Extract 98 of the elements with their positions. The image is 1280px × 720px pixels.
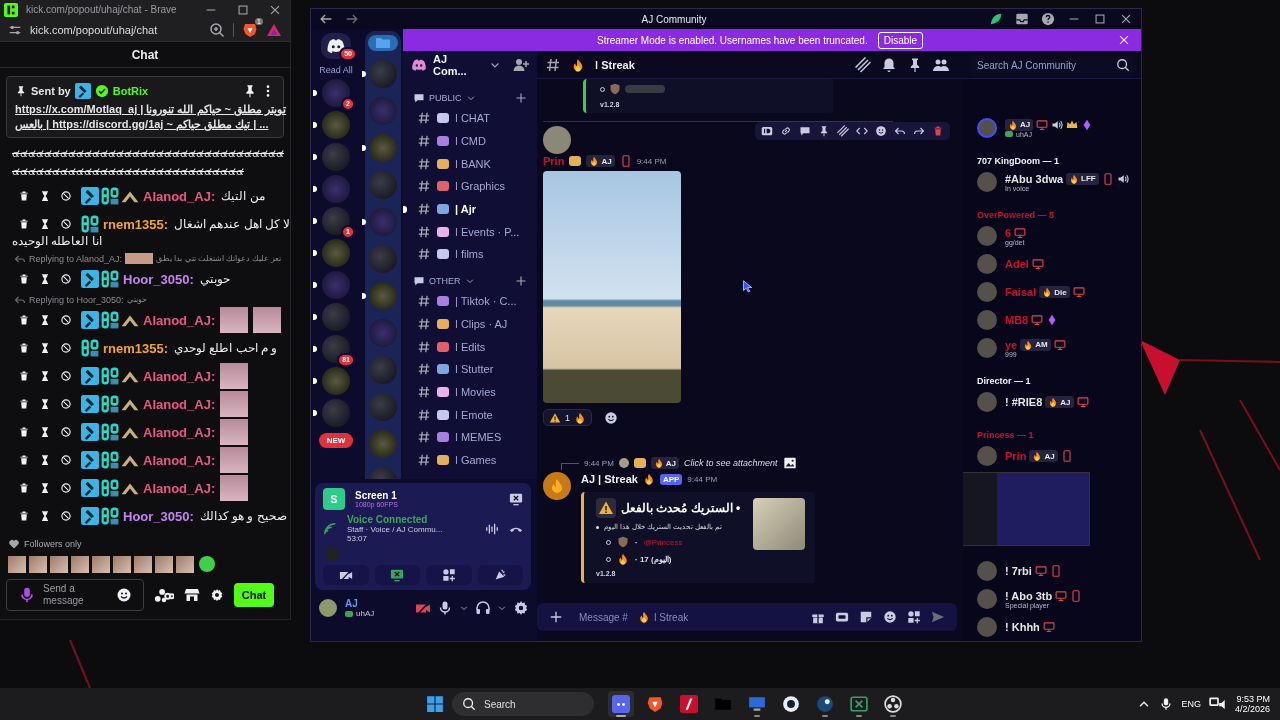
- message-text: ๔๔๔๔๔๔๔๔๔๔๔๔๔๔๔๔๔๔๔๔๔๔๔๔๔๔๔๔๔๔๔๔๔๔๔๔๔๔๔๔๔๔๔๔๔๔๔๔๔๔๔๔๔๔๔๔๔๔๔๔๔๔๔: [12, 146, 284, 179]
- message-text: و م احب اطلع لوحدي: [174, 341, 278, 355]
- tag-text: APP: [662, 474, 680, 484]
- stream-title: Screen 1: [355, 490, 398, 501]
- message-input-field[interactable]: Send a message: [6, 579, 144, 611]
- tag-text: Die: [1054, 287, 1067, 297]
- message-text: لا كل اهل عندهم اشغال: [174, 217, 290, 231]
- username[interactable]: Alanod_AJ:: [143, 452, 216, 468]
- member-group-header: Director — 1: [977, 376, 1032, 386]
- category-label[interactable]: OTHER: [429, 275, 461, 286]
- channel-item[interactable]: ǀ Games: [455, 453, 497, 466]
- search-field[interactable]: Search AJ Community: [969, 55, 1135, 75]
- voice-timer: 53:07: [347, 534, 369, 543]
- channel-item[interactable]: ǀ Movies: [455, 385, 496, 398]
- banner-text: Streamer Mode is enabled. Usernames have been truncated.: [596, 34, 868, 46]
- embed-text: · 17 (اليوم): [635, 554, 672, 564]
- member-name[interactable]: ! Abo 3tb: [1005, 589, 1053, 602]
- server-name[interactable]: AJ Com...: [433, 53, 483, 77]
- username[interactable]: Alanod_AJ:: [143, 188, 216, 204]
- tag-text: AJ: [665, 458, 677, 468]
- voice-status: Voice Connected: [347, 514, 429, 525]
- channel-item[interactable]: ǀ Edits: [455, 340, 486, 353]
- tag-text: AJ: [1044, 451, 1055, 461]
- member-group-header: Princess — 1: [977, 430, 1035, 440]
- timestamp: 9:44 PM: [584, 458, 614, 468]
- username[interactable]: Alanod_AJ:: [143, 396, 216, 412]
- channel-title: ǀ Streak: [595, 58, 635, 71]
- timestamp: 9:44 PM: [687, 474, 718, 484]
- username[interactable]: Hoor_3050:: [123, 271, 194, 287]
- read-all-link[interactable]: Read All: [319, 65, 353, 75]
- channel-item[interactable]: ǀ MEMES: [455, 431, 502, 444]
- channel-item[interactable]: ǀ Stutter: [455, 363, 494, 376]
- username[interactable]: Alanod_AJ:: [143, 424, 216, 440]
- pinned-text: https://x.com/Motlaq_aj | تويتر مطلق ~ حياكم الله تنورونا بالعس | https://discord.gg/1aj ~ تيك مطلق حياكم | ...: [15, 102, 287, 132]
- reply-quote: تعز عليك دعواتك اشتغلت تتي بدا يطق: [156, 254, 282, 263]
- tag-text: AM: [1035, 340, 1048, 349]
- window-title: AJ Community: [641, 13, 707, 25]
- member-name[interactable]: ! #RIE8: [1005, 396, 1043, 408]
- clock-date: 4/2/2026: [1234, 704, 1270, 714]
- user-name: AJ: [345, 598, 359, 609]
- username[interactable]: rnem1355:: [103, 216, 169, 232]
- disable-button[interactable]: Disable: [877, 31, 924, 49]
- followers-only-label: Followers only: [24, 539, 82, 549]
- chat-button[interactable]: Chat: [234, 583, 274, 607]
- reaction-count: 1: [565, 412, 570, 423]
- username[interactable]: rnem1355:: [103, 340, 169, 356]
- reaction-button[interactable]: 1: [543, 409, 592, 426]
- channel-item[interactable]: ǀ films: [455, 248, 484, 261]
- separator-text: ·: [635, 537, 638, 547]
- message-field[interactable]: Message # ǀ Streak: [537, 603, 957, 631]
- channel-item[interactable]: ǀ Emote: [455, 408, 493, 421]
- channel-item[interactable]: ǀ Events · P...: [455, 225, 520, 238]
- tag-text: AJ: [1060, 397, 1071, 407]
- clock-time: 9:53 PM: [1236, 694, 1270, 704]
- member-name[interactable]: #Abu 3dwa: [1005, 172, 1064, 185]
- username[interactable]: Alanod_AJ:: [143, 480, 216, 496]
- timestamp: 9:44 PM: [636, 156, 667, 166]
- message-text: حوبتي: [199, 272, 230, 286]
- channel-item[interactable]: ǀ Graphics: [455, 180, 505, 193]
- sent-by-label: Sent by: [31, 85, 71, 97]
- language-indicator[interactable]: ENG: [1181, 699, 1201, 709]
- new-label: NEW: [318, 433, 354, 448]
- placeholder-text: Message #: [579, 611, 628, 623]
- voice-channel[interactable]: Staff · Voice / AJ Commu...: [347, 525, 443, 534]
- reply-label: Replying to Alanod_AJ:: [29, 253, 123, 264]
- channel-item[interactable]: ǀ Clips · AJ: [455, 317, 508, 330]
- channel-item[interactable]: | Ajr: [455, 203, 476, 216]
- user-status: uhAJ: [356, 609, 375, 618]
- attachment-link[interactable]: Click to see attachment: [684, 458, 778, 468]
- tag-text: LFF: [1081, 174, 1096, 183]
- search-field[interactable]: Search: [452, 692, 594, 716]
- category-label[interactable]: PUBLIC: [429, 93, 462, 103]
- channel-item[interactable]: ǀ CMD: [455, 135, 486, 148]
- channel-item[interactable]: ǀ BANK: [455, 157, 491, 170]
- chat-title: Chat: [0, 42, 290, 68]
- message-text: صحيح و هو كذالك: [199, 509, 287, 523]
- tag-text: AJ: [1020, 120, 1031, 129]
- reply-label: Replying to Hoor_3050:: [29, 294, 124, 305]
- author-name[interactable]: AJ | Streak: [581, 473, 638, 485]
- tag-text: AJ: [601, 156, 612, 166]
- message-text: من التيك: [221, 189, 265, 203]
- placeholder-text: ǀ Streak: [653, 611, 689, 623]
- channel-item[interactable]: | Tiktok · C...: [455, 295, 517, 308]
- embed-title: الستريك مُحدث بالفعل •: [621, 501, 741, 515]
- member-group-header: OverPowered — 5: [977, 210, 1056, 220]
- username[interactable]: Hoor_3050:: [123, 508, 194, 524]
- username[interactable]: Alanod_AJ:: [143, 312, 216, 328]
- member-group-header: 707 KingDoom — 1: [977, 156, 1060, 166]
- username[interactable]: Alanod_AJ:: [143, 368, 216, 384]
- message-text: انا العاطله الوحيده: [12, 234, 102, 248]
- member-name[interactable]: ! Khhh: [1005, 621, 1040, 633]
- reply-quote: حوبتي: [126, 295, 147, 304]
- stream-avatar: S: [323, 488, 345, 510]
- window-title: kick.com/popout/uhaj/chat - Brave: [26, 4, 177, 15]
- member-name[interactable]: ! 7rbi: [1005, 565, 1032, 577]
- bot-name: BotRix: [112, 85, 149, 97]
- channel-item[interactable]: ǀ CHAT: [455, 112, 491, 125]
- address-bar[interactable]: kick.com/popout/uhaj/chat: [30, 24, 158, 36]
